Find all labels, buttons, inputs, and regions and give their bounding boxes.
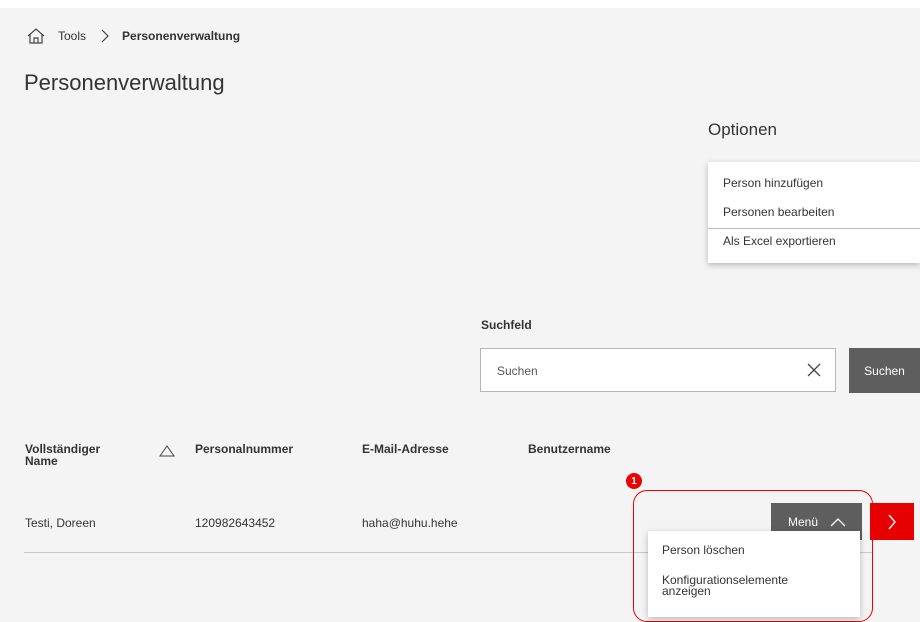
- sort-ascending-icon[interactable]: [159, 445, 175, 457]
- column-header-full-name[interactable]: Vollständiger Name: [25, 443, 135, 467]
- cell-email: haha@huhu.hehe: [362, 516, 458, 530]
- cell-personnel-number: 120982643452: [195, 516, 276, 530]
- search-field[interactable]: [480, 348, 836, 392]
- row-actions-menu: Person löschen Konfigurationselemente an…: [648, 531, 860, 617]
- clear-icon[interactable]: [807, 363, 821, 377]
- cell-full-name: Testi, Doreen: [25, 516, 96, 530]
- options-title: Optionen: [708, 120, 777, 139]
- chevron-right-icon: [101, 29, 109, 43]
- breadcrumb-item-current: Personenverwaltung: [122, 29, 241, 43]
- row-menu-label: Menü: [788, 514, 819, 529]
- search-button[interactable]: Suchen: [849, 348, 920, 393]
- options-divider: [708, 228, 920, 229]
- option-edit-persons[interactable]: Personen bearbeiten: [723, 205, 834, 219]
- column-header-username[interactable]: Benutzername: [528, 443, 611, 455]
- home-icon[interactable]: [26, 26, 46, 46]
- option-export-excel[interactable]: Als Excel exportieren: [723, 234, 836, 248]
- column-header-email[interactable]: E-Mail-Adresse: [362, 443, 449, 455]
- menu-item-delete-person[interactable]: Person löschen: [662, 544, 832, 556]
- row-open-button[interactable]: [870, 503, 914, 540]
- search-input[interactable]: [495, 359, 799, 383]
- column-header-personnel-number[interactable]: Personalnummer: [195, 443, 293, 455]
- callout-badge: 1: [626, 473, 642, 489]
- chevron-right-icon: [888, 514, 896, 529]
- option-add-person[interactable]: Person hinzufügen: [723, 176, 823, 190]
- page-title: Personenverwaltung: [24, 70, 225, 95]
- chevron-up-icon: [830, 517, 846, 526]
- breadcrumb: Tools Personenverwaltung: [26, 24, 240, 48]
- breadcrumb-item-tools[interactable]: Tools: [58, 29, 86, 43]
- options-menu: Person hinzufügen Personen bearbeiten Al…: [708, 162, 920, 263]
- top-bar: [0, 0, 920, 8]
- search-label: Suchfeld: [481, 318, 532, 332]
- menu-item-show-config-elements[interactable]: Konfigurationselemente anzeigen: [662, 574, 832, 597]
